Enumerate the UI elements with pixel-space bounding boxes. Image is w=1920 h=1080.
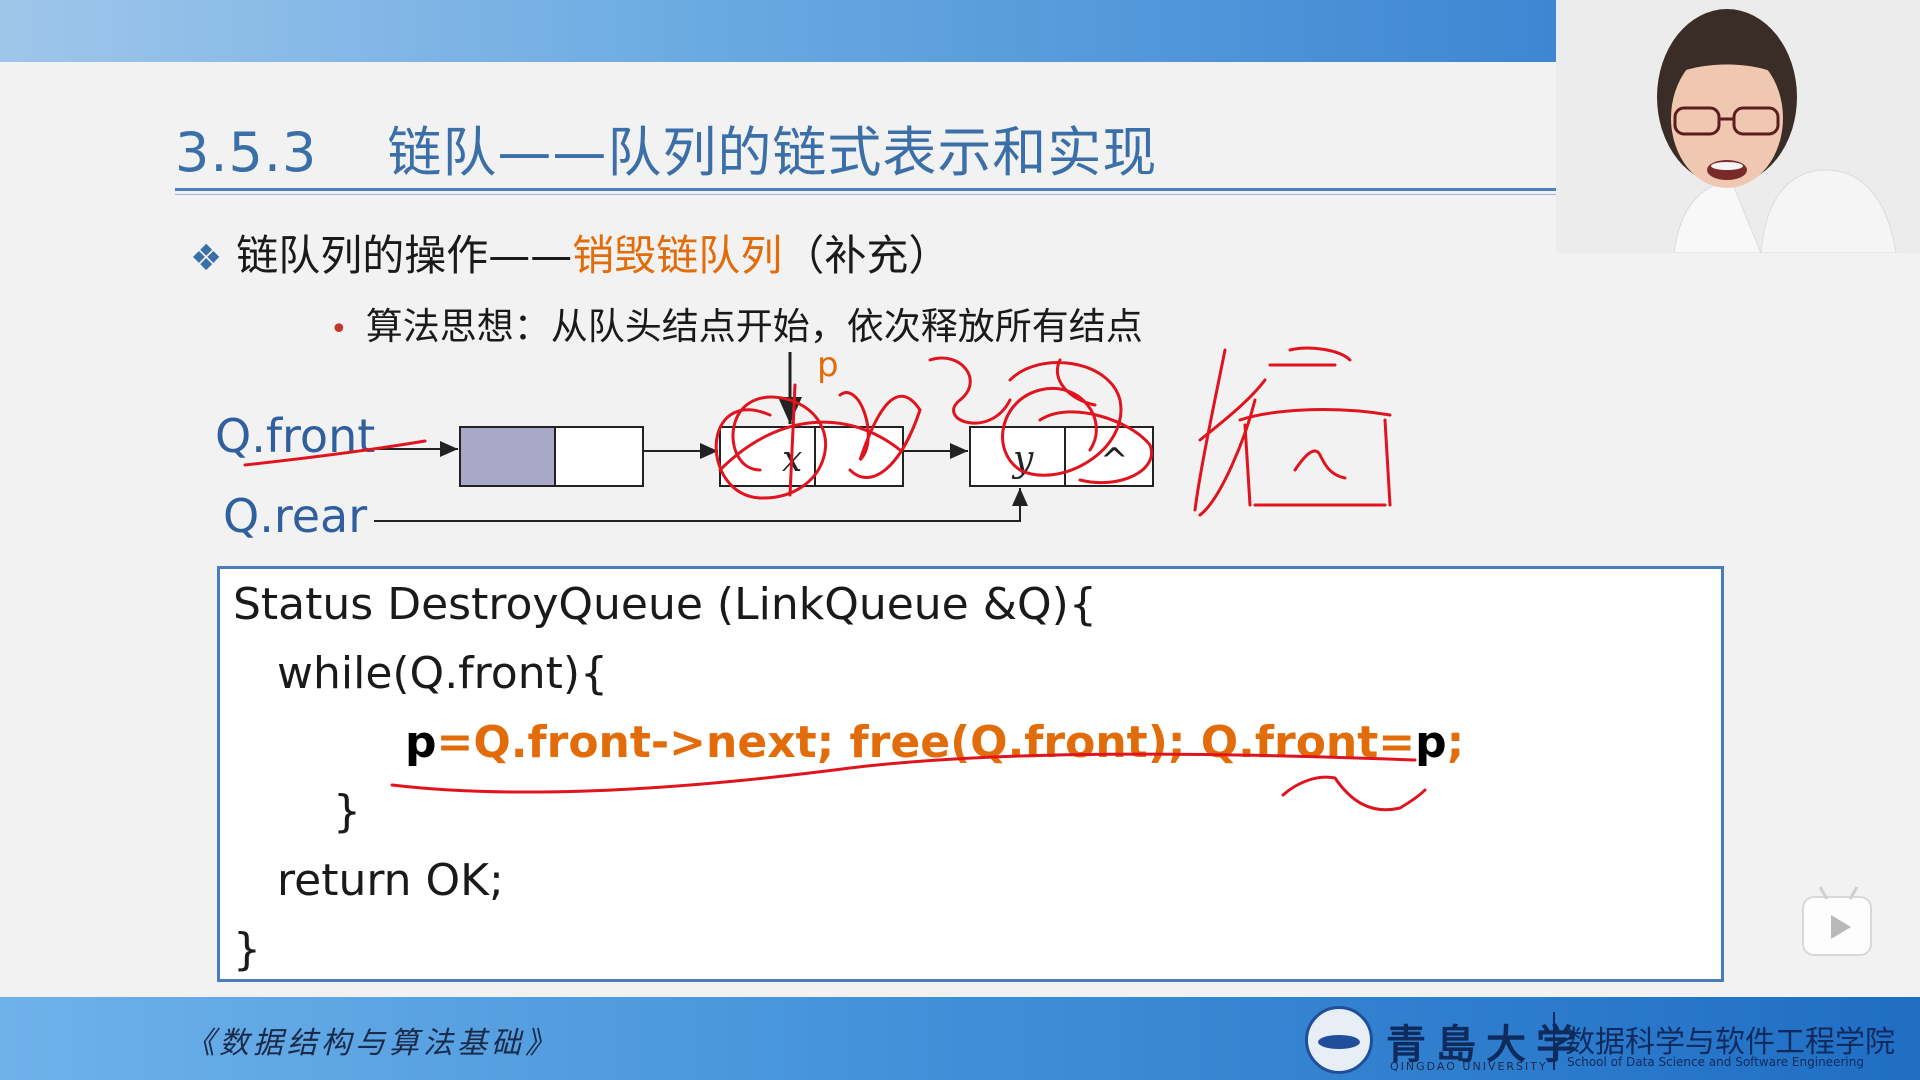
webcam-overlay (1556, 0, 1920, 253)
code-statement: =Q.front->next; free(Q.front); Q.front= (436, 717, 1416, 768)
q-front-label: Q.front (215, 409, 375, 463)
head-node-data (459, 426, 556, 487)
code-line-5: return OK; (277, 855, 504, 906)
code-line-2: while(Q.front){ (277, 648, 609, 699)
scribble-right-stroke (1193, 346, 1392, 517)
q-rear-label: Q.rear (223, 489, 367, 543)
rear-arrow (374, 488, 1028, 522)
school-name-en: School of Data Science and Software Engi… (1567, 1055, 1864, 1069)
code-block: Status DestroyQueue (LinkQueue &Q){ whil… (217, 566, 1724, 982)
university-name-en: QINGDAO UNIVERSITY (1390, 1060, 1548, 1073)
code-var-p: p (405, 717, 437, 768)
course-name: 《数据结构与算法基础》 (185, 1026, 559, 1061)
university-logo-icon (1305, 1006, 1373, 1074)
head-node-next (554, 426, 644, 487)
presenter-video (1556, 0, 1920, 253)
code-line-1: Status DestroyQueue (LinkQueue &Q){ (233, 579, 1097, 630)
code-line-6: } (233, 924, 261, 975)
pointer-p-label: p (817, 345, 839, 385)
code-var-p-2: p (1415, 717, 1447, 768)
code-semicolon: ; (1446, 717, 1465, 768)
play-icon (1831, 915, 1851, 939)
code-line-4: } (333, 786, 361, 837)
code-line-3: p=Q.front->next; free(Q.front); Q.front=… (405, 717, 1464, 768)
play-button[interactable] (1802, 886, 1872, 956)
footer-divider (1553, 1012, 1555, 1070)
